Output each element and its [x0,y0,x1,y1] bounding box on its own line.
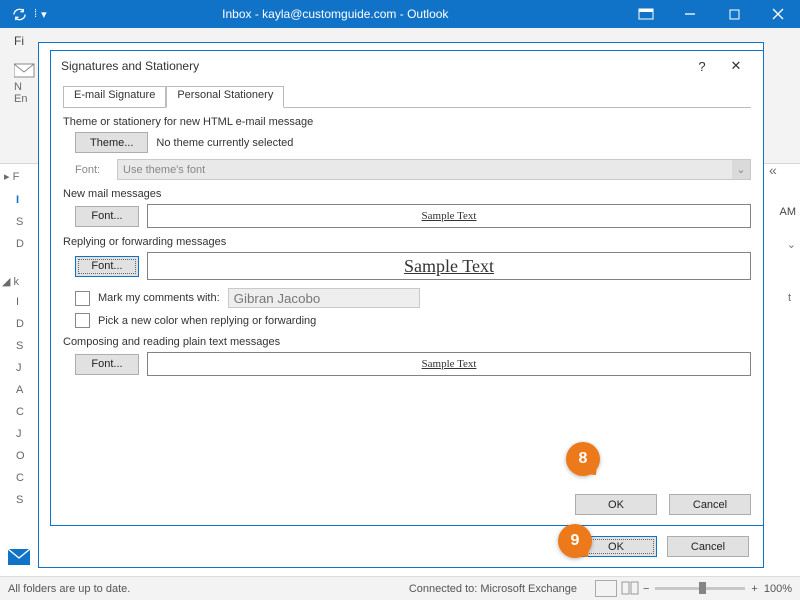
folder-letter[interactable]: J [16,428,25,450]
plain-text-label: Composing and reading plain text message… [63,336,751,348]
account-header[interactable]: ◢ k [2,275,19,288]
plain-font-button[interactable]: Font... [75,354,139,375]
tab-personal-stationery[interactable]: Personal Stationery [166,86,284,108]
reply-sample: Sample Text [147,252,751,280]
dialog-title: Signatures and Stationery [61,59,199,73]
folder-letter[interactable]: S [16,494,25,516]
zoom-out[interactable]: − [643,583,649,595]
help-button[interactable]: ? [685,59,719,74]
folder-letter[interactable]: C [16,472,25,494]
reply-font-button[interactable]: Font... [75,256,139,277]
status-connected: Connected to: Microsoft Exchange [409,583,577,595]
plain-sample: Sample Text [147,352,751,376]
sig-ok-button[interactable]: OK [575,494,657,515]
window-title: Inbox - kayla@customguide.com - Outlook [47,7,624,21]
new-email-fragment: N En [14,62,36,105]
file-tab-fragment[interactable]: Fi [14,34,24,48]
new-mail-font-button[interactable]: Font... [75,206,139,227]
zoom-percent: 100% [764,583,792,595]
signatures-stationery-dialog: Signatures and Stationery ? ✕ E-mail Sig… [50,50,764,526]
zoom-control[interactable]: − + 100% [643,583,792,595]
view-normal-icon[interactable] [595,580,617,597]
reply-forward-label: Replying or forwarding messages [63,236,751,248]
status-bar: All folders are up to date. Connected to… [0,576,800,600]
zoom-in[interactable]: + [751,583,757,595]
status-folders: All folders are up to date. [8,583,130,595]
inbox-item[interactable]: I [16,194,19,206]
folder-fragments: IDSJACJOCS [16,296,25,516]
ribbon-display-icon[interactable] [624,0,668,28]
folder-letter[interactable]: A [16,384,25,406]
new-mail-label: New mail messages [63,188,751,200]
new-mail-sample: Sample Text [147,204,751,228]
theme-button[interactable]: Theme... [75,132,148,153]
sent-item[interactable]: S [16,216,23,228]
dialog-close-button[interactable]: ✕ [719,58,753,74]
deleted-item[interactable]: D [16,238,24,250]
sync-icon[interactable] [8,3,30,25]
folder-letter[interactable]: O [16,450,25,472]
mail-nav-icon[interactable] [8,549,30,565]
minimize-button[interactable] [668,0,712,28]
folder-letter[interactable]: D [16,318,25,340]
pick-color-label: Pick a new color when replying or forwar… [98,315,316,327]
time-am: AM [780,206,797,218]
dialog-tabs: E-mail Signature Personal Stationery [63,85,751,108]
outlook-titlebar: ⁞ ▾ Inbox - kayla@customguide.com - Outl… [0,0,800,28]
options-cancel-button[interactable]: Cancel [667,536,749,557]
favorites-header[interactable]: ▸ F [4,170,19,183]
collapse-icon[interactable]: « [769,162,777,178]
folder-letter[interactable]: J [16,362,25,384]
folder-letter[interactable]: S [16,340,25,362]
titlebar-sep: ⁞ [34,8,37,20]
font-label: Font: [75,164,109,176]
theme-status: No theme currently selected [156,137,293,149]
zoom-slider[interactable] [655,587,745,590]
callout-9: 9 [558,524,592,558]
theme-font-dropdown[interactable]: Use theme's font ⌄ [117,159,751,180]
mark-comments-checkbox[interactable] [75,291,90,306]
theme-font-value: Use theme's font [123,164,205,176]
callout-8: 8 [566,442,600,476]
pick-color-checkbox[interactable] [75,313,90,328]
mark-comments-input[interactable] [228,288,420,308]
folder-letter[interactable]: I [16,296,25,318]
maximize-button[interactable] [712,0,756,28]
close-button[interactable] [756,0,800,28]
panel-t: t [788,292,791,304]
view-reading-icon[interactable] [621,581,641,596]
chevron-down-icon[interactable]: ⌄ [787,238,796,251]
chevron-down-icon[interactable]: ⌄ [732,160,750,179]
folder-letter[interactable]: C [16,406,25,428]
theme-section-label: Theme or stationery for new HTML e-mail … [63,116,751,128]
tab-email-signature[interactable]: E-mail Signature [63,86,166,108]
mark-comments-label: Mark my comments with: [98,292,220,304]
sig-cancel-button[interactable]: Cancel [669,494,751,515]
